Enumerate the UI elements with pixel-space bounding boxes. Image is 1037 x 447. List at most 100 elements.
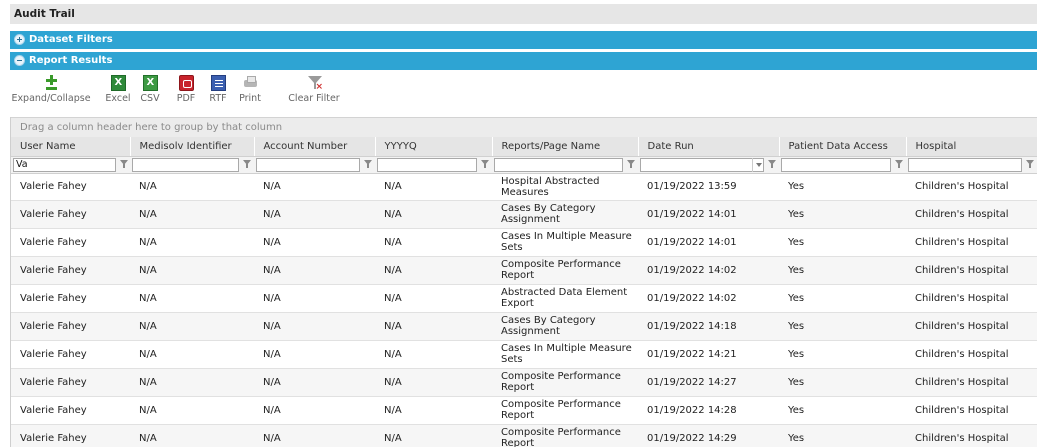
cell-date-run: 01/19/2022 14:02 — [638, 284, 779, 313]
report-page-name-filter-input[interactable] — [494, 157, 623, 172]
column-header-date-run[interactable]: Date Run — [638, 137, 780, 157]
cell-patient-data-access: Yes — [779, 200, 906, 229]
user-name-filter-input[interactable] — [13, 157, 116, 172]
cell-account-number: N/A — [254, 200, 375, 229]
cell-user-name: Valerie Fahey — [11, 256, 130, 285]
column-header-user-name[interactable]: User Name — [11, 137, 131, 157]
print-button[interactable]: Print — [235, 75, 265, 104]
table-row[interactable]: Valerie Fahey N/A N/A N/A Abstracted Data El… — [11, 284, 1037, 313]
table-row[interactable]: Valerie Fahey N/A N/A N/A Hospital Abstracte… — [11, 173, 1037, 201]
cell-account-number: N/A — [254, 368, 375, 397]
table-row[interactable]: Valerie Fahey N/A N/A N/A Composite Performa… — [11, 256, 1037, 285]
cell-medisolv-identifier: N/A — [130, 200, 254, 229]
cell-user-name: Valerie Fahey — [11, 312, 130, 341]
excel-icon — [110, 75, 126, 91]
medisolv-identifier-filter-input[interactable] — [132, 157, 239, 172]
cell-report-page-name: Abstracted Data Element Export — [492, 284, 638, 313]
cell-user-name: Valerie Fahey — [11, 284, 130, 313]
pdf-icon — [178, 75, 194, 91]
column-header-medisolv-identifier[interactable]: Medisolv Identifier — [130, 137, 255, 157]
cell-medisolv-identifier: N/A — [130, 312, 254, 341]
filter-icon[interactable] — [767, 159, 777, 171]
report-results-label: Report Results — [29, 55, 113, 66]
filter-icon[interactable] — [480, 159, 490, 171]
column-header-report-page-name[interactable]: Reports/Page Name — [492, 137, 639, 157]
column-header-patient-data-access[interactable]: Patient Data Access — [779, 137, 907, 157]
cell-yyyyq: N/A — [375, 340, 492, 369]
cell-user-name: Valerie Fahey — [11, 340, 130, 369]
cell-hospital: Children's Hospital — [906, 228, 1037, 257]
cell-date-run: 01/19/2022 13:59 — [638, 173, 779, 201]
report-results-bar[interactable]: Report Results — [10, 52, 1037, 70]
print-label: Print — [239, 93, 261, 104]
cell-hospital: Children's Hospital — [906, 424, 1037, 447]
cell-date-run: 01/19/2022 14:18 — [638, 312, 779, 341]
cell-report-page-name: Cases In Multiple Measure Sets — [492, 340, 638, 369]
cell-date-run: 01/19/2022 14:01 — [638, 228, 779, 257]
csv-icon — [142, 75, 158, 91]
cell-patient-data-access: Yes — [779, 173, 906, 201]
date-run-filter-input[interactable] — [640, 157, 764, 172]
clear-filter-button[interactable]: × Clear Filter — [286, 75, 342, 104]
rtf-button[interactable]: RTF — [205, 75, 231, 104]
cell-medisolv-identifier: N/A — [130, 256, 254, 285]
cell-report-page-name: Composite Performance Report — [492, 396, 638, 425]
csv-button[interactable]: CSV — [137, 75, 163, 104]
cell-date-run: 01/19/2022 14:27 — [638, 368, 779, 397]
dataset-filters-bar[interactable]: Dataset Filters — [10, 31, 1037, 49]
expand-collapse-button[interactable]: Expand/Collapse — [10, 75, 92, 104]
cell-medisolv-identifier: N/A — [130, 396, 254, 425]
filter-icon[interactable] — [1025, 159, 1035, 171]
cell-account-number: N/A — [254, 424, 375, 447]
table-row[interactable]: Valerie Fahey N/A N/A N/A Composite Performa… — [11, 424, 1037, 447]
dataset-filters-label: Dataset Filters — [29, 34, 113, 45]
filter-icon[interactable] — [363, 159, 373, 171]
cell-hospital: Children's Hospital — [906, 256, 1037, 285]
cell-date-run: 01/19/2022 14:29 — [638, 424, 779, 447]
cell-medisolv-identifier: N/A — [130, 340, 254, 369]
audit-grid: Drag a column header here to group by th… — [10, 117, 1037, 447]
cell-account-number: N/A — [254, 340, 375, 369]
yyyyq-filter-input[interactable] — [377, 157, 477, 172]
cell-account-number: N/A — [254, 173, 375, 201]
patient-data-access-filter-input[interactable] — [781, 157, 891, 172]
hospital-filter-input[interactable] — [908, 157, 1022, 172]
table-row[interactable]: Valerie Fahey N/A N/A N/A Cases By Category … — [11, 312, 1037, 341]
collapse-icon[interactable] — [14, 55, 25, 66]
column-header-hospital[interactable]: Hospital — [906, 137, 1037, 157]
cell-report-page-name: Composite Performance Report — [492, 368, 638, 397]
cell-hospital: Children's Hospital — [906, 368, 1037, 397]
table-row[interactable]: Valerie Fahey N/A N/A N/A Composite Performa… — [11, 396, 1037, 425]
cell-date-run: 01/19/2022 14:28 — [638, 396, 779, 425]
excel-button[interactable]: Excel — [105, 75, 131, 104]
column-header-yyyyq[interactable]: YYYYQ — [375, 137, 493, 157]
table-row[interactable]: Valerie Fahey N/A N/A N/A Composite Performa… — [11, 368, 1037, 397]
cell-hospital: Children's Hospital — [906, 200, 1037, 229]
filter-icon[interactable] — [626, 159, 636, 171]
account-number-filter-input[interactable] — [256, 157, 360, 172]
table-row[interactable]: Valerie Fahey N/A N/A N/A Cases By Category … — [11, 200, 1037, 229]
filter-icon[interactable] — [119, 159, 129, 171]
filter-icon[interactable] — [242, 159, 252, 171]
expand-icon[interactable] — [14, 34, 25, 45]
cell-hospital: Children's Hospital — [906, 340, 1037, 369]
cell-yyyyq: N/A — [375, 368, 492, 397]
cell-patient-data-access: Yes — [779, 312, 906, 341]
filter-icon[interactable] — [894, 159, 904, 171]
group-by-panel[interactable]: Drag a column header here to group by th… — [11, 117, 1037, 137]
table-row[interactable]: Valerie Fahey N/A N/A N/A Cases In Multiple … — [11, 340, 1037, 369]
cell-medisolv-identifier: N/A — [130, 228, 254, 257]
clear-filter-icon: × — [307, 75, 323, 92]
cell-patient-data-access: Yes — [779, 396, 906, 425]
filter-row — [11, 156, 1037, 174]
cell-yyyyq: N/A — [375, 173, 492, 201]
cell-yyyyq: N/A — [375, 424, 492, 447]
table-row[interactable]: Valerie Fahey N/A N/A N/A Cases In Multiple … — [11, 228, 1037, 257]
pdf-button[interactable]: PDF — [173, 75, 199, 104]
cell-date-run: 01/19/2022 14:01 — [638, 200, 779, 229]
cell-date-run: 01/19/2022 14:02 — [638, 256, 779, 285]
dropdown-icon[interactable] — [752, 157, 764, 172]
cell-yyyyq: N/A — [375, 228, 492, 257]
print-icon — [243, 75, 258, 91]
column-header-account-number[interactable]: Account Number — [254, 137, 376, 157]
